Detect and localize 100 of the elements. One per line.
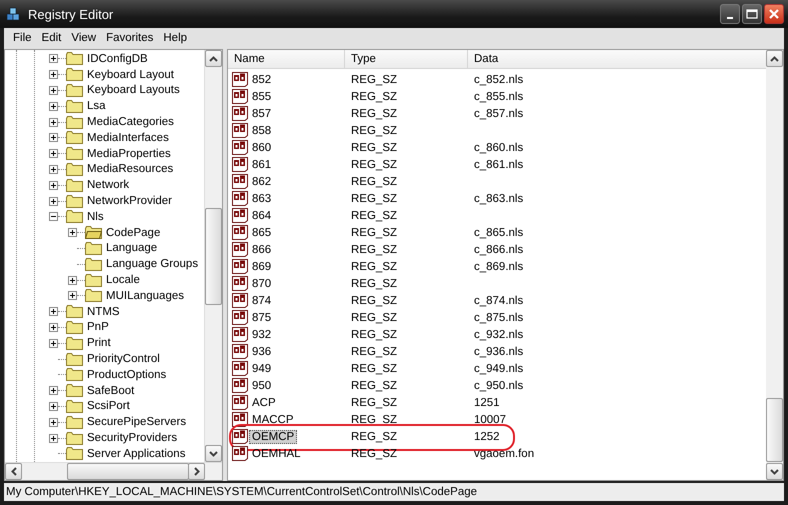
value-name[interactable]: 950 — [249, 378, 274, 392]
tree-item[interactable]: NetworkProvider — [86, 194, 173, 208]
scrollbar[interactable] — [766, 50, 783, 480]
scroll-down-button[interactable] — [205, 445, 222, 462]
expand-icon[interactable] — [49, 86, 58, 95]
value-name[interactable]: 852 — [249, 72, 274, 86]
value-name[interactable]: ACP — [249, 396, 279, 410]
expand-icon[interactable] — [49, 54, 58, 64]
tree-item[interactable]: Print — [86, 336, 112, 350]
value-name[interactable]: 949 — [249, 362, 274, 376]
value-name[interactable]: 865 — [249, 226, 274, 240]
scroll-right-button[interactable] — [188, 463, 205, 480]
value-name[interactable]: 936 — [249, 344, 274, 358]
expand-icon[interactable] — [49, 118, 58, 127]
expand-icon[interactable] — [49, 149, 58, 158]
value-name[interactable]: 869 — [249, 260, 274, 274]
string-value-icon — [232, 72, 248, 87]
tree-item[interactable]: Language — [105, 241, 158, 256]
tree-item[interactable]: ProductOptions — [86, 368, 168, 382]
menu-item[interactable]: Help — [158, 32, 192, 44]
expand-icon[interactable] — [68, 276, 77, 285]
scroll-down-button[interactable] — [766, 463, 783, 480]
expand-icon[interactable] — [68, 228, 77, 238]
expand-icon[interactable] — [49, 418, 58, 427]
scrollbar[interactable] — [204, 50, 222, 462]
expand-icon[interactable] — [49, 196, 58, 206]
scroll-thumb[interactable] — [766, 398, 783, 462]
value-name[interactable]: 863 — [249, 192, 274, 206]
column-header[interactable]: Type — [345, 50, 468, 68]
tree-item[interactable]: Lsa — [86, 99, 107, 114]
value-name[interactable]: 862 — [249, 174, 274, 188]
value-name[interactable]: 875 — [249, 310, 274, 324]
expand-icon[interactable] — [49, 402, 58, 411]
value-name[interactable]: 858 — [249, 124, 274, 138]
tree-item[interactable]: ScsiPort — [86, 399, 131, 414]
scroll-thumb[interactable] — [205, 208, 222, 305]
tree-item[interactable]: Nls — [86, 210, 105, 224]
tree-item[interactable]: Keyboard Layout — [86, 68, 175, 82]
tree-item[interactable]: Locale — [105, 273, 141, 288]
close-button[interactable] — [764, 4, 784, 24]
minimize-button[interactable] — [720, 4, 740, 24]
column-header[interactable]: Name — [228, 50, 345, 68]
value-name[interactable]: 866 — [249, 242, 274, 256]
scroll-up-button[interactable] — [205, 50, 222, 67]
expand-icon[interactable] — [49, 164, 58, 174]
value-name[interactable]: 932 — [249, 328, 274, 342]
expand-icon[interactable] — [49, 386, 58, 396]
tree-item[interactable]: PriorityControl — [86, 352, 161, 366]
menu-item[interactable]: View — [66, 32, 102, 44]
expand-icon[interactable] — [49, 338, 58, 348]
tree-item[interactable]: MUILanguages — [105, 288, 185, 303]
scrollbar[interactable] — [5, 462, 222, 480]
chevron-down-icon — [209, 450, 218, 456]
tree-item[interactable]: CodePage — [105, 226, 162, 240]
string-value-icon — [232, 174, 248, 189]
expand-icon[interactable] — [49, 70, 58, 80]
expand-icon[interactable] — [49, 322, 58, 332]
value-name[interactable]: 870 — [249, 276, 274, 290]
tree-item[interactable]: SecurityProviders — [86, 431, 178, 446]
table-cell-text: 10007 — [473, 414, 507, 426]
tree-item[interactable]: Keyboard Layouts — [86, 83, 181, 98]
tree-item[interactable]: Network — [86, 178, 130, 192]
table-cell-text: REG_SZ — [350, 430, 398, 442]
expand-icon[interactable] — [49, 180, 58, 190]
value-name[interactable]: 860 — [249, 140, 274, 154]
value-name[interactable]: MACCP — [249, 412, 297, 426]
tree-item[interactable]: IDConfigDB — [86, 52, 149, 66]
menu-item[interactable]: Edit — [36, 32, 66, 44]
maximize-button[interactable] — [742, 4, 762, 24]
menu-item[interactable]: Favorites — [101, 32, 158, 44]
chevron-down-icon — [770, 468, 779, 474]
expand-icon[interactable] — [49, 102, 58, 111]
menu-item[interactable]: File — [8, 32, 37, 44]
column-header[interactable]: Data — [468, 50, 766, 68]
expand-icon[interactable] — [68, 291, 77, 300]
tree-item[interactable]: Server Applications — [86, 446, 186, 461]
tree-item[interactable]: MediaCategories — [86, 115, 175, 130]
scroll-left-button[interactable] — [5, 463, 22, 480]
tree-item[interactable]: PnP — [86, 320, 110, 334]
value-name[interactable]: OEMHAL — [249, 446, 304, 460]
collapse-icon[interactable] — [49, 212, 58, 222]
table-cell-text: REG_SZ — [350, 448, 398, 460]
expand-icon[interactable] — [49, 133, 58, 142]
scroll-up-button[interactable] — [766, 50, 783, 67]
tree-item[interactable]: SecurePipeServers — [86, 415, 188, 430]
value-name[interactable]: 861 — [249, 158, 274, 172]
tree-item[interactable]: NTMS — [86, 304, 121, 319]
tree-item[interactable]: SafeBoot — [86, 384, 136, 398]
value-name[interactable]: 874 — [249, 294, 274, 308]
value-name[interactable]: OEMCP — [249, 430, 298, 444]
tree-item[interactable]: MediaResources — [86, 162, 174, 176]
scroll-thumb[interactable] — [67, 463, 189, 480]
tree-item[interactable]: MediaInterfaces — [86, 130, 170, 145]
value-name[interactable]: 864 — [249, 208, 274, 222]
tree-item[interactable]: Language Groups — [105, 257, 200, 272]
expand-icon[interactable] — [49, 307, 58, 316]
tree-item[interactable]: MediaProperties — [86, 146, 172, 161]
expand-icon[interactable] — [49, 434, 58, 443]
value-name[interactable]: 855 — [249, 90, 274, 104]
value-name[interactable]: 857 — [249, 106, 274, 120]
